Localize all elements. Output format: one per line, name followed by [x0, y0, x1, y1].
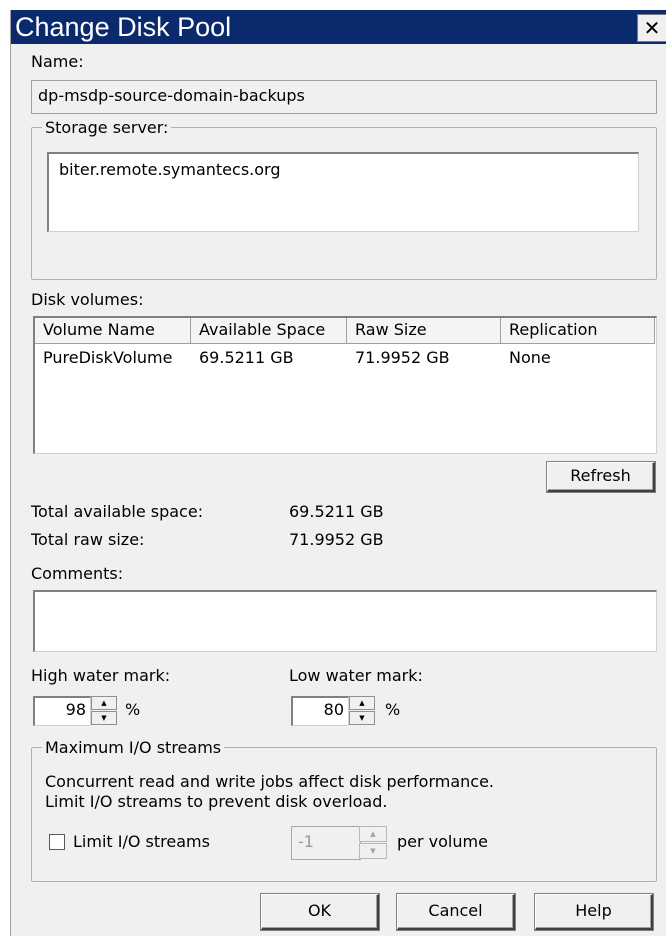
spin-down-icon[interactable]: ▼: [359, 843, 387, 859]
help-button[interactable]: Help: [534, 893, 654, 931]
storage-server-list[interactable]: biter.remote.symantecs.org: [47, 152, 639, 232]
high-water-mark-input[interactable]: 98: [33, 696, 91, 726]
limit-io-streams-checkbox[interactable]: [49, 834, 65, 850]
low-water-mark-unit: %: [385, 700, 401, 719]
spin-up-icon[interactable]: ▲: [91, 696, 117, 710]
io-streams-value: -1: [298, 832, 314, 851]
high-water-mark-spinner: ▲ ▼: [91, 696, 117, 726]
name-field[interactable]: dp-msdp-source-domain-backups: [31, 80, 657, 114]
spin-up-icon[interactable]: ▲: [349, 696, 375, 710]
column-header-available-space[interactable]: Available Space: [191, 318, 347, 344]
refresh-button[interactable]: Refresh: [546, 461, 656, 493]
low-water-mark-label: Low water mark:: [289, 666, 423, 685]
table-row[interactable]: PureDiskVolume 69.5211 GB 71.9952 GB Non…: [35, 346, 655, 368]
cell-replication: None: [509, 348, 551, 367]
spin-up-icon[interactable]: ▲: [359, 826, 387, 842]
total-available-label: Total available space:: [31, 502, 204, 521]
cell-volume-name: PureDiskVolume: [43, 348, 173, 367]
per-volume-label: per volume: [397, 832, 488, 851]
disk-volumes-table[interactable]: Volume Name Available Space Raw Size Rep…: [33, 316, 657, 454]
name-label: Name:: [31, 52, 84, 71]
io-streams-description-line-1: Concurrent read and write jobs affect di…: [45, 772, 495, 791]
low-water-mark-value: 80: [323, 700, 344, 719]
storage-server-legend: Storage server:: [45, 118, 169, 137]
column-header-volume-name[interactable]: Volume Name: [35, 318, 191, 344]
spin-down-icon[interactable]: ▼: [349, 711, 375, 725]
high-water-mark-label: High water mark:: [31, 666, 171, 685]
low-water-mark-input[interactable]: 80: [291, 696, 349, 726]
low-water-mark-spinner: ▲ ▼: [349, 696, 375, 726]
cell-available-space: 69.5211 GB: [199, 348, 294, 367]
spin-down-icon[interactable]: ▼: [91, 711, 117, 725]
column-header-raw-size[interactable]: Raw Size: [347, 318, 501, 344]
io-streams-spinner: ▲ ▼: [359, 826, 387, 860]
io-streams-legend: Maximum I/O streams: [45, 738, 222, 757]
cell-raw-size: 71.9952 GB: [355, 348, 450, 367]
comments-label: Comments:: [31, 564, 124, 583]
comments-input[interactable]: [33, 590, 657, 652]
disk-volumes-label: Disk volumes:: [31, 290, 144, 309]
cancel-button[interactable]: Cancel: [396, 893, 516, 931]
total-raw-value: 71.9952 GB: [289, 530, 384, 549]
name-value: dp-msdp-source-domain-backups: [38, 86, 305, 105]
total-raw-label: Total raw size:: [31, 530, 145, 549]
io-streams-input[interactable]: -1: [291, 826, 361, 860]
total-available-value: 69.5211 GB: [289, 502, 384, 521]
high-water-mark-unit: %: [125, 700, 141, 719]
ok-button[interactable]: OK: [260, 893, 380, 931]
change-disk-pool-dialog: Change Disk Pool ✕ Name: dp-msdp-source-…: [10, 10, 666, 936]
title-bar[interactable]: Change Disk Pool ✕: [11, 10, 666, 44]
close-button[interactable]: ✕: [637, 14, 666, 42]
dialog-title: Change Disk Pool: [15, 12, 232, 42]
storage-server-value: biter.remote.symantecs.org: [59, 160, 281, 179]
close-icon: ✕: [643, 16, 661, 40]
io-streams-description-line-2: Limit I/O streams to prevent disk overlo…: [45, 792, 388, 811]
high-water-mark-value: 98: [65, 700, 86, 719]
column-header-replication[interactable]: Replication: [501, 318, 655, 344]
limit-io-streams-label[interactable]: Limit I/O streams: [73, 832, 210, 852]
